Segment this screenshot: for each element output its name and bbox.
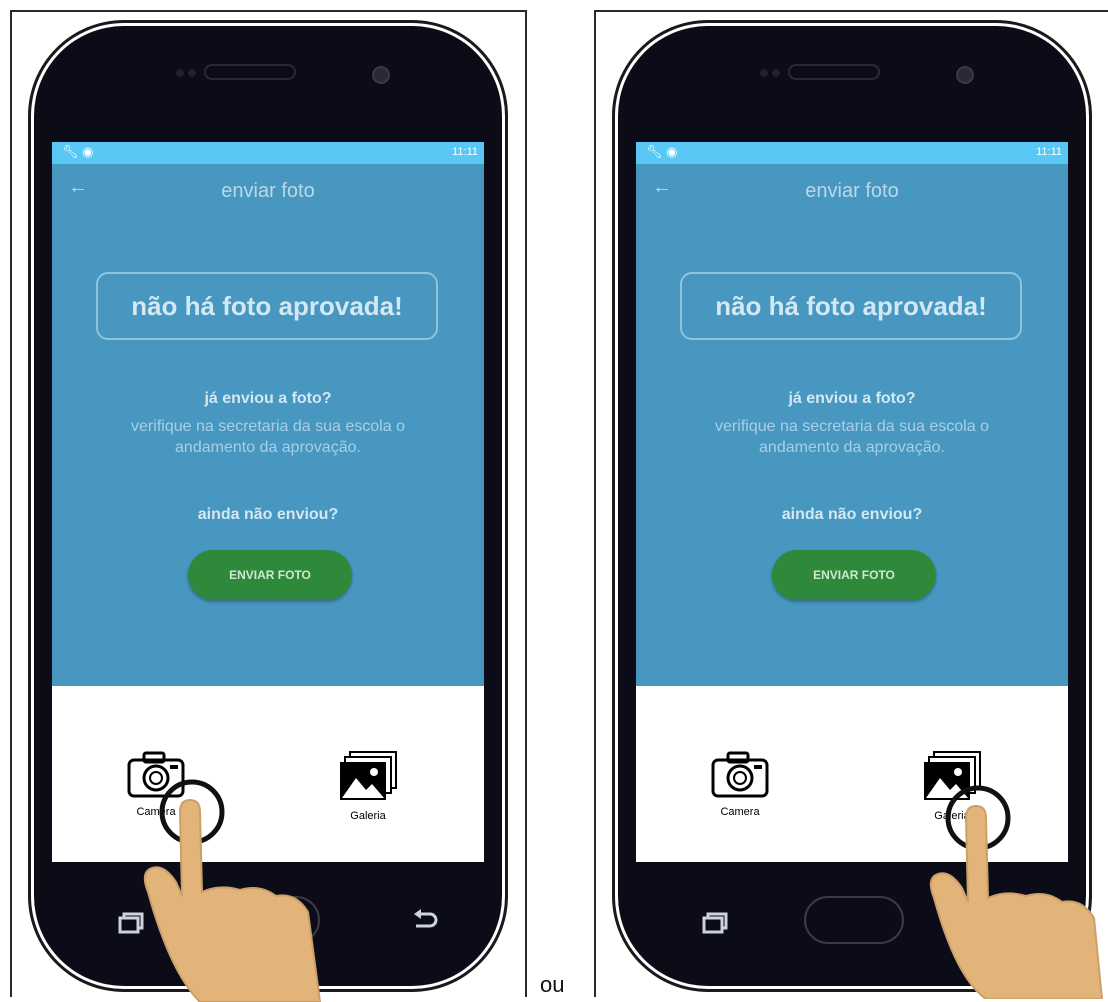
gallery-icon bbox=[924, 751, 981, 800]
camera-option[interactable]: Camera bbox=[96, 750, 216, 818]
back-nav-icon[interactable] bbox=[412, 908, 438, 930]
camera-option-label: Camera bbox=[136, 806, 176, 818]
question-already-sent: já enviou a foto? bbox=[204, 390, 332, 407]
no-photo-notice: não há foto aprovada! bbox=[96, 272, 438, 340]
gallery-option-label: Galeria bbox=[934, 810, 970, 822]
description-text: verifique na secretaria da sua escola o … bbox=[131, 418, 405, 456]
page-title: enviar foto bbox=[805, 180, 899, 202]
photo-source-sheet: Camera Galeria bbox=[636, 686, 1068, 862]
sensor-dot bbox=[760, 69, 768, 77]
phone-frame-right: 🔧︎ ◉ 11:11 ← enviar foto não há foto apr… bbox=[594, 10, 1108, 999]
earpiece-speaker bbox=[204, 64, 296, 80]
camera-option-label: Camera bbox=[720, 806, 760, 818]
status-time: 11:11 bbox=[452, 146, 478, 158]
separator-label: ou bbox=[540, 972, 565, 997]
question-not-sent: ainda não enviou? bbox=[781, 506, 923, 523]
home-button[interactable] bbox=[804, 896, 904, 944]
gallery-option[interactable]: Galeria bbox=[892, 750, 1012, 822]
front-camera-lens bbox=[956, 66, 974, 84]
gallery-icon bbox=[340, 751, 397, 800]
app-bar: ← enviar foto bbox=[636, 164, 1068, 214]
back-nav-icon[interactable] bbox=[996, 908, 1022, 930]
question-already-sent: já enviou a foto? bbox=[788, 390, 916, 407]
recent-apps-icon[interactable] bbox=[118, 912, 144, 934]
app-bar: ← enviar foto bbox=[52, 164, 484, 214]
phone-device: 🔧︎ ◉ 11:11 ← enviar foto não há foto apr… bbox=[618, 26, 1086, 986]
description-text: verifique na secretaria da sua escola o … bbox=[715, 418, 989, 456]
camera-icon bbox=[711, 751, 769, 798]
app-screen: 🔧︎ ◉ 11:11 ← enviar foto não há foto apr… bbox=[52, 142, 484, 862]
camera-icon bbox=[127, 751, 185, 798]
android-nav-bar bbox=[52, 862, 484, 986]
no-photo-notice: não há foto aprovada! bbox=[680, 272, 1022, 340]
send-photo-button[interactable]: ENVIAR FOTO bbox=[188, 550, 352, 600]
earpiece-speaker bbox=[788, 64, 880, 80]
sensor-dot bbox=[176, 69, 184, 77]
status-bar: 🔧︎ ◉ 11:11 bbox=[636, 142, 1068, 164]
phone-device: 🔧︎ ◉ 11:11 ← enviar foto não há foto apr… bbox=[34, 26, 502, 986]
camera-option[interactable]: Camera bbox=[680, 750, 800, 818]
gallery-option-label: Galeria bbox=[350, 810, 386, 822]
home-button[interactable] bbox=[220, 896, 320, 944]
wrench-icon: 🔧︎ ◉ bbox=[646, 144, 678, 159]
sensor-dot bbox=[188, 69, 196, 77]
app-screen: 🔧︎ ◉ 11:11 ← enviar foto não há foto apr… bbox=[636, 142, 1068, 862]
gallery-option[interactable]: Galeria bbox=[308, 750, 428, 822]
status-time: 11:11 bbox=[1036, 146, 1062, 158]
status-bar: 🔧︎ ◉ 11:11 bbox=[52, 142, 484, 164]
phone-frame-left: 🔧︎ ◉ 11:11 ← enviar foto não há foto apr… bbox=[10, 10, 527, 1002]
sensor-dot bbox=[772, 69, 780, 77]
recent-apps-icon[interactable] bbox=[702, 912, 728, 934]
send-photo-button[interactable]: ENVIAR FOTO bbox=[772, 550, 936, 600]
page-title: enviar foto bbox=[221, 180, 315, 202]
wrench-icon: 🔧︎ ◉ bbox=[62, 144, 94, 159]
question-not-sent: ainda não enviou? bbox=[197, 506, 339, 523]
front-camera-lens bbox=[372, 66, 390, 84]
photo-source-sheet: Camera Galeria bbox=[52, 686, 484, 862]
android-nav-bar bbox=[636, 862, 1068, 986]
